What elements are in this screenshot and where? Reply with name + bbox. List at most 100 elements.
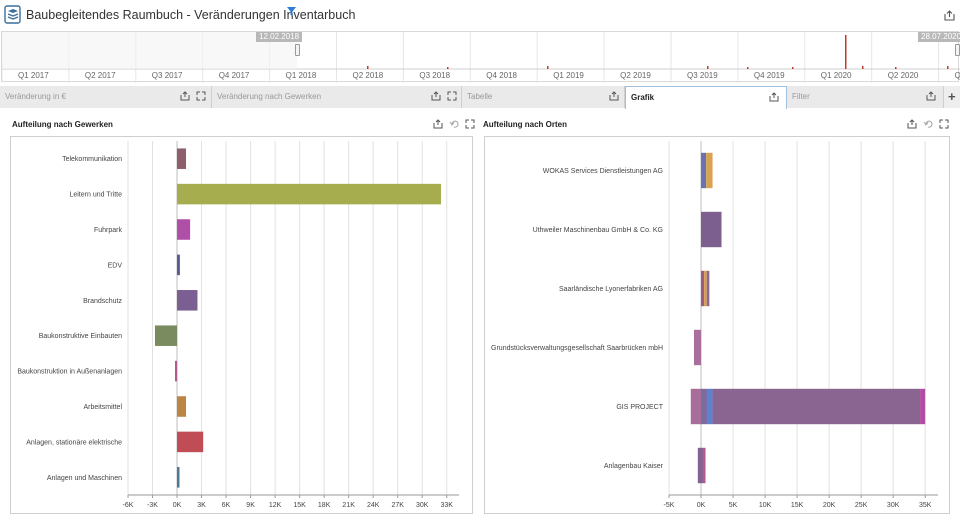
layers-logo-icon [4,5,22,25]
chart-orte: -5K 0K 5K 10K 15K 20K 25K 30K 35K WOKAS Services … [484,136,950,514]
export-icon[interactable] [431,91,441,104]
bar-segment [706,152,713,189]
undo-icon[interactable] [923,119,933,132]
timeline-chart [2,32,960,83]
tick-label: 0K [173,502,182,509]
timeline-activity-tick [845,35,847,69]
export-icon[interactable] [433,119,443,132]
tab-strip: Veränderung in € Veränderung nach Gewerk… [0,86,960,109]
export-icon[interactable] [944,10,955,24]
category-label: Anlagen, stationäre elektrische [26,439,122,446]
tab-label: Grafik [631,93,655,102]
bar [177,290,198,311]
add-tab-button[interactable]: + [948,89,956,104]
timeline-activity-tick [747,67,749,69]
export-icon[interactable] [609,91,619,104]
range-end-handle[interactable] [955,44,960,56]
bar-segment [706,270,710,307]
tick-label: 35K [919,502,932,509]
category-label: WOKAS Services Dienstleistungen AG [543,168,663,175]
tab-veraenderung-gewerke[interactable]: Veränderung nach Gewerken [212,86,462,108]
timeline-range-selector[interactable]: Q1 2017 Q2 2017 Q3 2017 Q4 2017 Q1 2018 Q2 20… [1,31,960,83]
expand-icon[interactable] [196,91,206,104]
timeline-quarter-label: Q3 2017 [151,71,183,80]
expand-icon[interactable] [939,119,949,132]
bar-segment [701,152,707,189]
bar-segment [704,270,707,307]
tick-label: 6K [222,502,231,509]
bar [177,467,180,488]
category-label: Uthweiler Maschinenbau GmbH & Co. KG [533,227,663,234]
bar [177,183,442,205]
tab-label: Tabelle [467,92,493,101]
tab-grafik[interactable]: Grafik [625,86,787,109]
page-title: Baubegleitendes Raumbuch - Veränderungen… [26,8,356,22]
panel-title: Aufteilung nach Gewerken [12,120,113,129]
timeline-quarter-label: Q3 2019 [687,71,718,80]
bar-segment [920,388,926,425]
panel-title: Aufteilung nach Orten [483,120,567,129]
funnel-icon[interactable] [287,7,296,20]
category-label: Grundstücksverwaltungsgesellschaft Saarb… [491,345,663,352]
expand-icon[interactable] [465,119,475,132]
export-icon[interactable] [926,91,936,104]
tick-label: 30K [416,502,429,509]
bar-segment [701,388,708,425]
panel-toolbar [907,119,952,131]
tab-label: Veränderung in € [5,92,66,101]
timeline-quarter-label: Q1 2018 [285,71,317,80]
bar-chart-gewerke: -6K -3K 0K 3K 6K 9K 12K 15K 18K 21K 24K 27K 30K 33K Te… [17,141,459,509]
category-label: Telekommunikation [62,156,122,163]
tick-label: 25K [855,502,868,509]
timeline-excluded-area [2,32,297,69]
bar [177,254,180,276]
export-icon[interactable] [907,119,917,132]
timeline-quarter-label: Q4 2019 [753,71,785,80]
timeline-quarter-label: Q3 2018 [419,71,451,80]
tab-label: Filter [792,92,810,101]
tick-label: 12K [269,502,282,509]
expand-icon[interactable] [447,91,457,104]
tab-label: Veränderung nach Gewerken [217,92,322,101]
bar-chart-orte: -5K 0K 5K 10K 15K 20K 25K 30K 35K WOKAS Services … [491,141,938,509]
bar [177,219,191,240]
timeline-quarter-label: Q2 2018 [352,71,384,80]
title-bar: Baubegleitendes Raumbuch - Veränderungen… [0,0,960,30]
tab-filter[interactable]: Filter [787,86,944,108]
timeline-quarter-label: Q1 2020 [820,71,852,80]
panel-toolbar [433,119,478,131]
bar-segment [701,211,722,248]
range-end-label: 28.07.2020 [918,32,960,42]
tick-label: -5K [664,502,675,509]
bar-segment [702,447,706,484]
tick-label: 0K [697,502,706,509]
export-icon[interactable] [769,92,779,105]
timeline-quarter-label: Q4 2017 [218,71,250,80]
tab-veraenderung-euro[interactable]: Veränderung in € [0,86,212,108]
timeline-activity-tick [947,66,949,69]
export-icon[interactable] [180,91,190,104]
tick-label: 20K [823,502,836,509]
timeline-activity-tick [447,67,449,69]
panel-gewerke: Aufteilung nach Gewerken -6K -3K 0K 3K 6K 9K 1… [3,112,478,517]
tick-label: 27K [391,502,404,509]
tick-label: 15K [791,502,804,509]
undo-icon[interactable] [449,119,459,132]
category-label: Baukonstruktion in Außenanlagen [17,369,122,376]
tick-label: 24K [367,502,380,509]
category-label: Saarländische Lyonerfabriken AG [559,286,663,293]
range-start-handle[interactable] [295,44,300,56]
category-label: Brandschutz [83,298,122,305]
timeline-quarter-label: Q2 2020 [887,71,919,80]
bar-segment [697,447,703,484]
tick-label: -6K [123,502,134,509]
tick-label: 18K [318,502,331,509]
timeline-activity-tick [547,66,549,69]
timeline-activity-tick [895,67,897,69]
tab-tabelle[interactable]: Tabelle [462,86,625,108]
tick-label: 30K [887,502,900,509]
timeline-activity-tick [367,66,369,69]
category-label: Fuhrpark [94,227,123,234]
timeline-quarter-label: Q3 2020 [954,71,960,80]
bar [177,148,187,169]
